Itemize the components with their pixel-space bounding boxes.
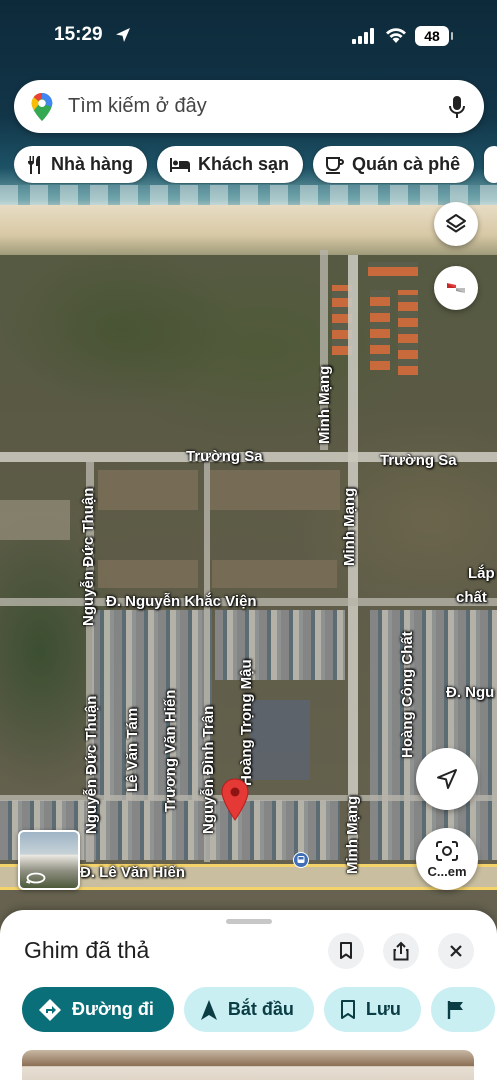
status-bar: 15:29 48 [0,22,497,52]
save-button[interactable]: Lưu [323,987,421,1032]
action-buttons: Đường đi Bắt đầu Lưu [22,987,497,1033]
layers-button[interactable] [434,202,478,246]
search-input[interactable]: Tìm kiếm ở đây [68,95,448,118]
bus-stop-icon[interactable] [293,852,309,868]
my-location-button[interactable] [416,748,478,810]
housing-area [92,610,212,800]
navigation-arrow-icon [200,999,217,1020]
empty-lot [0,500,70,540]
search-bar[interactable]: Tìm kiếm ở đây [14,80,484,133]
label-truong-van-hien: Trương Văn Hiến [162,689,179,812]
label-le-van-tam: Lê Văn Tám [124,707,141,792]
label-hoang-cong-chat: Hoàng Công Chất [399,631,416,758]
label-truong-sa: Trường Sa [186,448,263,465]
cellular-signal-icon [352,28,374,44]
place-bottom-sheet[interactable]: Ghim đã thả Đường đi Bắt đầu Lưu [0,910,497,1080]
save-bookmark-button[interactable] [328,933,364,969]
restaurant-icon [28,155,40,174]
empty-lot [210,470,340,510]
camera-scan-icon [436,840,458,861]
share-icon [393,941,409,961]
battery-indicator: 48 [415,26,453,46]
coffee-icon [326,156,345,174]
street-view-thumbnail[interactable] [18,830,80,890]
drag-handle[interactable] [226,919,272,924]
empty-lot [250,700,310,780]
bookmark-icon [340,942,352,959]
lens-button[interactable]: C...em [416,828,478,890]
compass-icon [447,283,465,293]
place-title: Ghim đã thả [24,937,150,963]
empty-lot [212,560,337,588]
location-services-icon [116,28,130,42]
lens-button-label: C...em [427,863,467,879]
close-icon [450,945,462,957]
label-chat: chất [456,589,487,606]
label-minh-mang: Minh Mạng [344,795,361,874]
label-hoang-trong-mau: Hoàng Trọng Mậu [238,659,255,786]
layers-icon [446,214,466,233]
start-label: Bắt đầu [227,999,294,1019]
empty-lot [98,560,198,588]
label-nguyen-khac-vien: Đ. Nguyễn Khắc Viện [106,593,257,610]
directions-icon [39,998,61,1021]
label-nguyen-duc-thuan: Nguyễn Đức Thuận [80,487,97,626]
bookmark-icon [340,999,355,1019]
close-button[interactable] [438,933,474,969]
status-time: 15:29 [54,24,103,45]
share-button[interactable] [383,933,419,969]
google-maps-logo-icon [31,92,53,121]
empty-lot [98,470,198,510]
wifi-icon [386,28,406,43]
navigation-arrow-icon [437,769,457,789]
start-button[interactable]: Bắt đầu [183,987,314,1032]
beach [0,205,497,255]
label-nguyen-dinh-tran: Nguyễn Đình Trân [200,705,217,834]
dropped-pin-icon[interactable] [220,778,250,822]
label-d-ngu: Đ. Ngu [446,684,495,701]
chip-hotels[interactable]: Khách sạn [157,146,304,183]
housing-area [370,610,497,860]
housing-area [215,610,345,680]
label-lap: Lắp [468,565,495,582]
label-minh-mang: Minh Mạng [341,487,358,566]
chip-label: Khách sạn [198,154,290,174]
compass-button[interactable] [434,266,478,310]
building-cluster [370,290,390,370]
street-view-360-icon [26,872,46,884]
microphone-icon[interactable] [448,95,466,119]
save-label: Lưu [365,999,401,1019]
building-cluster [398,290,418,375]
chip-more[interactable] [484,146,497,183]
directions-button[interactable]: Đường đi [22,987,174,1032]
flag-icon [447,1000,463,1019]
chip-coffee-shops[interactable]: Quán cà phê [313,146,475,183]
chip-label: Quán cà phê [352,154,461,174]
category-chips: Nhà hàng Khách sạn Quán cà phê [14,146,497,184]
label-truong-sa: Trường Sa [380,452,457,469]
chip-restaurants[interactable]: Nhà hàng [14,146,148,183]
label-le-van-hien: Đ. Lê Văn Hiến [80,864,186,881]
place-photo[interactable] [22,1050,474,1080]
hotel-icon [170,157,191,172]
directions-label: Đường đi [72,999,154,1019]
chip-label: Nhà hàng [51,154,134,174]
label-button[interactable] [430,987,495,1032]
label-nguyen-duc-thuan: Nguyễn Đức Thuận [83,695,100,834]
building-cluster [368,262,418,276]
label-minh-mang: Minh Mạng [316,365,333,444]
